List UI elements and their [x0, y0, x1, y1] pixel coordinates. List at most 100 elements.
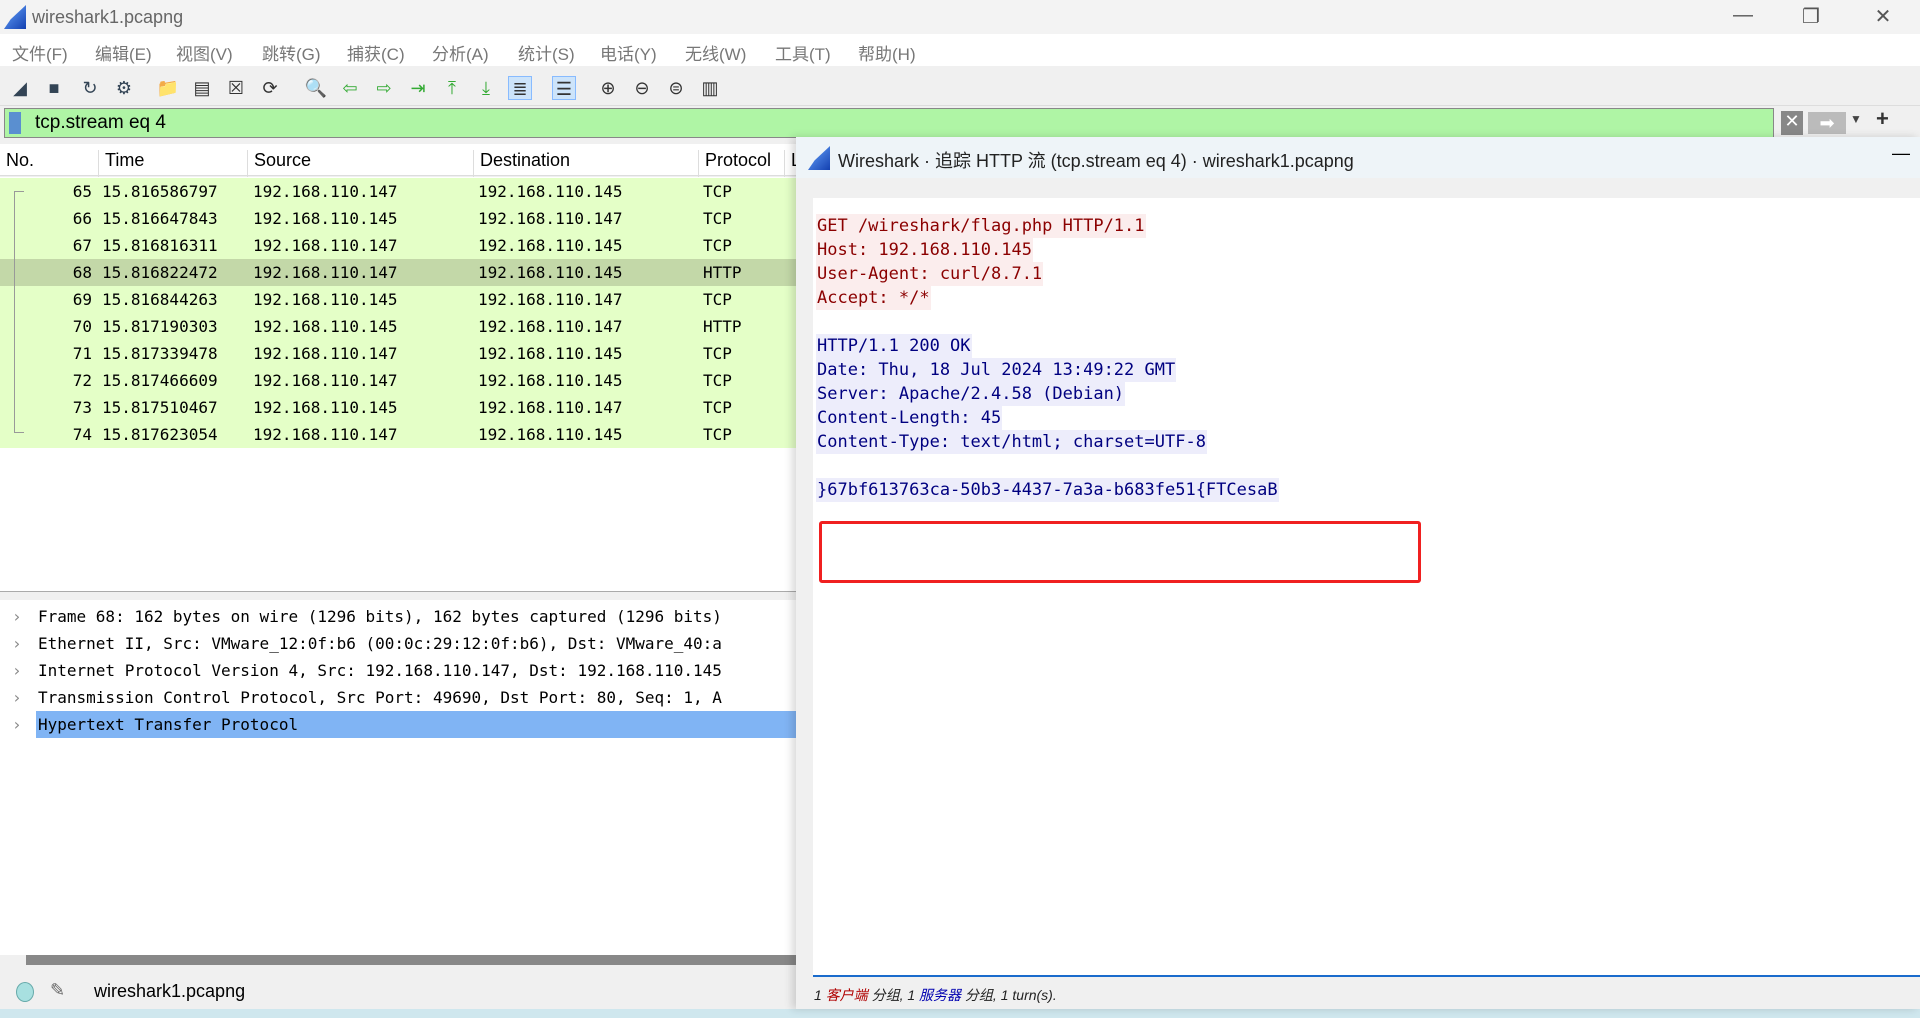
filter-dropdown-icon[interactable]: ▼ — [1850, 112, 1862, 126]
menu-item[interactable]: 帮助(H) — [858, 40, 916, 65]
add-filter-button[interactable]: + — [1876, 106, 1889, 132]
menu-item[interactable]: 视图(V) — [176, 40, 233, 65]
wireshark-logo-icon — [4, 5, 26, 29]
menu-item[interactable]: 工具(T) — [775, 40, 831, 65]
packet-time: 15.817466609 — [102, 371, 218, 390]
expand-chevron-icon[interactable]: › — [12, 603, 22, 630]
menu-item[interactable]: 分析(A) — [432, 40, 489, 65]
zoom-in-icon[interactable]: ⊕ — [596, 76, 620, 100]
first-icon[interactable]: ⤒ — [440, 76, 464, 100]
stop-icon[interactable]: ■ — [42, 76, 66, 100]
menu-item[interactable]: 文件(F) — [12, 40, 68, 65]
packet-row[interactable]: 72 15.817466609 192.168.110.147 192.168.110… — [0, 367, 796, 394]
clear-filter-icon[interactable]: ✕ — [1781, 111, 1803, 135]
conversation-bracket — [14, 191, 24, 433]
zoom-normal-icon[interactable]: ⊜ — [664, 76, 688, 100]
packet-row[interactable]: 71 15.817339478 192.168.110.147 192.168.110… — [0, 340, 796, 367]
bookmark-icon[interactable] — [9, 112, 21, 134]
horizontal-scrollbar[interactable] — [26, 955, 796, 965]
save-icon[interactable]: ▤ — [190, 76, 214, 100]
detail-row[interactable]: › Frame 68: 162 bytes on wire (1296 bits)… — [0, 603, 796, 630]
restart-icon[interactable]: ↻ — [78, 76, 102, 100]
menu-item[interactable]: 统计(S) — [518, 40, 575, 65]
edit-comment-icon[interactable]: ✎ — [50, 980, 65, 1001]
menu-item[interactable]: 无线(W) — [685, 40, 746, 65]
packet-destination: 192.168.110.145 — [478, 344, 623, 363]
menu-item[interactable]: 捕获(C) — [347, 40, 405, 65]
open-icon[interactable]: 📁 — [156, 76, 180, 100]
reload-icon[interactable]: ⟳ — [258, 76, 282, 100]
packet-row[interactable]: 69 15.816844263 192.168.110.145 192.168.110… — [0, 286, 796, 313]
detail-row[interactable]: › Transmission Control Protocol, Src Port… — [0, 684, 796, 711]
dialog-minimize-button[interactable]: — — [1892, 143, 1910, 164]
expand-chevron-icon[interactable]: › — [12, 684, 22, 711]
menu-item[interactable]: 编辑(E) — [95, 40, 152, 65]
packet-source: 192.168.110.147 — [253, 371, 398, 390]
packet-protocol: TCP — [703, 398, 732, 417]
packet-destination: 192.168.110.145 — [478, 236, 623, 255]
stream-content[interactable]: GET /wireshark/flag.php HTTP/1.1 Host: 19… — [813, 198, 1920, 977]
packet-row[interactable]: 67 15.816816311 192.168.110.147 192.168.110… — [0, 232, 796, 259]
packet-row[interactable]: 73 15.817510467 192.168.110.145 192.168.110… — [0, 394, 796, 421]
expand-chevron-icon[interactable]: › — [12, 657, 22, 684]
last-icon[interactable]: ⤓ — [474, 76, 498, 100]
display-filter-input[interactable]: tcp.stream eq 4 ✕ — [4, 108, 1803, 138]
packet-no: 67 — [72, 236, 92, 255]
packet-row[interactable]: 74 15.817623054 192.168.110.147 192.168.110… — [0, 421, 796, 448]
packet-row[interactable]: 70 15.817190303 192.168.110.145 192.168.110… — [0, 313, 796, 340]
server-line: Date: Thu, 18 Jul 2024 13:49:22 GMT — [816, 358, 1177, 382]
taskbar-strip — [0, 1009, 1920, 1018]
options-icon[interactable]: ⚙ — [112, 76, 136, 100]
expand-chevron-icon[interactable]: › — [12, 630, 22, 657]
expand-chevron-icon[interactable]: › — [12, 711, 22, 738]
minimize-button[interactable]: — — [1718, 4, 1768, 30]
title-bar: wireshark1.pcapng — ❐ ✕ — [0, 0, 1920, 34]
zoom-out-icon[interactable]: ⊖ — [630, 76, 654, 100]
packet-no: 66 — [72, 209, 92, 228]
client-line: Host: 192.168.110.145 — [816, 238, 1033, 262]
colorize-icon[interactable]: ☰ — [552, 76, 576, 100]
close-icon[interactable]: ☒ — [224, 76, 248, 100]
restore-button[interactable]: ❐ — [1786, 4, 1836, 30]
packet-time: 15.816816311 — [102, 236, 218, 255]
goto-icon[interactable]: ⇥ — [406, 76, 430, 100]
packet-time: 15.817339478 — [102, 344, 218, 363]
back-icon[interactable]: ⇦ — [338, 76, 362, 100]
packet-list-header: No. Time Source Destination Protocol L — [0, 144, 801, 182]
packet-no: 72 — [72, 371, 92, 390]
packet-time: 15.817510467 — [102, 398, 218, 417]
server-line: Content-Length: 45 — [816, 406, 1003, 430]
find-icon[interactable]: 🔍 — [304, 76, 328, 100]
apply-filter-arrow-icon[interactable]: ➡ — [1808, 112, 1846, 134]
menu-item[interactable]: 电话(Y) — [600, 40, 657, 65]
filter-text: tcp.stream eq 4 — [35, 112, 166, 133]
packet-no: 68 — [72, 263, 92, 282]
menu-item[interactable]: 跳转(G) — [262, 40, 321, 65]
packet-source: 192.168.110.147 — [253, 182, 398, 201]
follow-http-stream-dialog: Wireshark · 追踪 HTTP 流 (tcp.stream eq 4) … — [796, 137, 1920, 1009]
packet-protocol: HTTP — [703, 317, 742, 336]
detail-row[interactable]: › Internet Protocol Version 4, Src: 192.1… — [0, 657, 796, 684]
forward-icon[interactable]: ⇨ — [372, 76, 396, 100]
packet-source: 192.168.110.147 — [253, 263, 398, 282]
packet-destination: 192.168.110.147 — [478, 209, 623, 228]
packet-row[interactable]: 65 15.816586797 192.168.110.147 192.168.110… — [0, 178, 796, 205]
packet-protocol: TCP — [703, 182, 732, 201]
close-button[interactable]: ✕ — [1858, 4, 1908, 30]
packet-destination: 192.168.110.147 — [478, 290, 623, 309]
summary-text: 1 — [814, 987, 826, 1003]
packet-row[interactable]: 66 15.816647843 192.168.110.145 192.168.110… — [0, 205, 796, 232]
packet-protocol: HTTP — [703, 263, 742, 282]
packet-destination: 192.168.110.145 — [478, 371, 623, 390]
wireshark-logo-icon — [808, 146, 830, 170]
resize-columns-icon[interactable]: ▥ — [698, 76, 722, 100]
summary-server: 服务器 — [919, 987, 962, 1003]
detail-row[interactable]: › Hypertext Transfer Protocol — [0, 711, 796, 738]
detail-row[interactable]: › Ethernet II, Src: VMware_12:0f:b6 (00:0… — [0, 630, 796, 657]
packet-row[interactable]: 68 15.816822472 192.168.110.147 192.168.110… — [0, 259, 796, 286]
shark-fin-start-icon[interactable]: ◢ — [8, 76, 32, 100]
autoscroll-icon[interactable]: ≣ — [508, 76, 532, 100]
packet-no: 73 — [72, 398, 92, 417]
status-indicator-icon[interactable] — [16, 982, 34, 1002]
highlight-box — [819, 521, 1421, 583]
